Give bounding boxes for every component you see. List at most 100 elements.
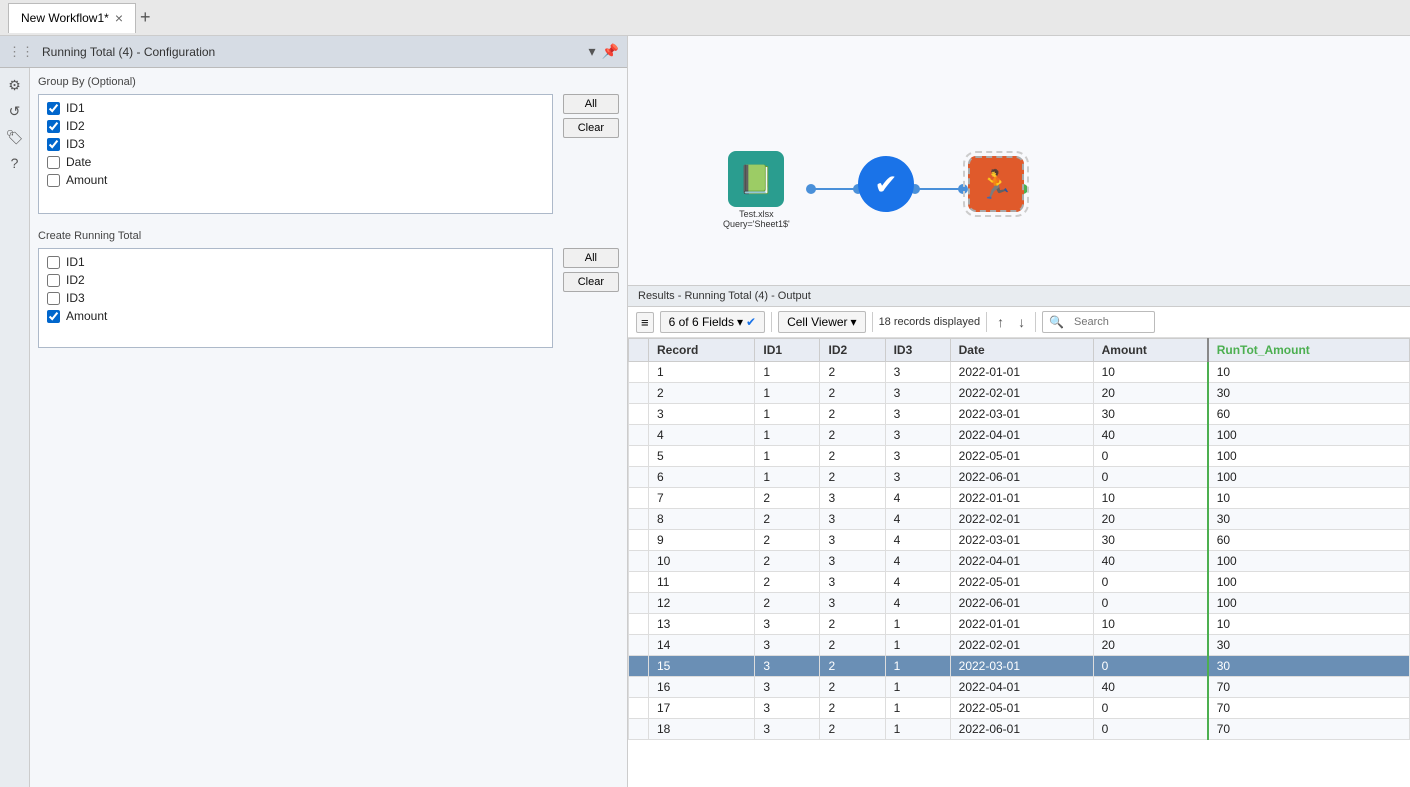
cell-viewer-btn[interactable]: Cell Viewer ▾: [778, 311, 866, 333]
table-cell[interactable]: 3: [885, 425, 950, 446]
table-cell[interactable]: 3: [820, 488, 885, 509]
col-header-id1[interactable]: ID1: [755, 339, 820, 362]
table-cell[interactable]: 2022-01-01: [950, 362, 1093, 383]
table-cell[interactable]: 2: [820, 656, 885, 677]
table-cell[interactable]: 3: [755, 635, 820, 656]
table-cell[interactable]: 100: [1208, 446, 1410, 467]
table-cell[interactable]: 30: [1208, 509, 1410, 530]
table-cell[interactable]: 3: [820, 530, 885, 551]
table-cell[interactable]: 4: [885, 551, 950, 572]
table-row[interactable]: 153212022-03-01030: [629, 656, 1410, 677]
table-cell[interactable]: 2: [755, 551, 820, 572]
create-rt-all-btn[interactable]: All: [563, 248, 619, 268]
tag-icon[interactable]: 🏷: [4, 126, 26, 148]
table-cell[interactable]: 13: [649, 614, 755, 635]
table-row[interactable]: 122342022-06-010100: [629, 593, 1410, 614]
node-output[interactable]: 🏃: [968, 156, 1024, 212]
table-cell[interactable]: 2022-01-01: [950, 614, 1093, 635]
group-by-checkbox[interactable]: [47, 156, 60, 169]
table-cell[interactable]: 2022-06-01: [950, 593, 1093, 614]
table-cell[interactable]: 1: [885, 614, 950, 635]
node-excel[interactable]: 📗 Test.xlsxQuery='Sheet1$': [723, 151, 790, 229]
table-cell[interactable]: 100: [1208, 425, 1410, 446]
table-cell[interactable]: 1: [755, 383, 820, 404]
table-cell[interactable]: 3: [755, 656, 820, 677]
table-cell[interactable]: 2: [649, 383, 755, 404]
table-cell[interactable]: 1: [755, 404, 820, 425]
table-cell[interactable]: 4: [885, 530, 950, 551]
create-rt-clear-btn[interactable]: Clear: [563, 272, 619, 292]
col-header-amount[interactable]: Amount: [1093, 339, 1208, 362]
table-cell[interactable]: 100: [1208, 551, 1410, 572]
table-cell[interactable]: 8: [649, 509, 755, 530]
table-cell[interactable]: 2: [820, 698, 885, 719]
table-cell[interactable]: 5: [649, 446, 755, 467]
group-by-checkbox[interactable]: [47, 174, 60, 187]
table-cell[interactable]: 4: [885, 593, 950, 614]
table-cell[interactable]: 3: [755, 614, 820, 635]
table-cell[interactable]: 3: [820, 509, 885, 530]
group-by-item[interactable]: ID3: [43, 135, 548, 153]
table-cell[interactable]: 4: [885, 509, 950, 530]
col-header-runtot_amount[interactable]: RunTot_Amount: [1208, 339, 1410, 362]
table-cell[interactable]: 2: [755, 530, 820, 551]
table-cell[interactable]: 30: [1093, 404, 1208, 425]
table-cell[interactable]: 2: [820, 425, 885, 446]
refresh-icon[interactable]: ↺: [4, 100, 26, 122]
table-row[interactable]: 51232022-05-010100: [629, 446, 1410, 467]
table-cell[interactable]: 1: [885, 719, 950, 740]
group-by-checkbox[interactable]: [47, 138, 60, 151]
table-cell[interactable]: 17: [649, 698, 755, 719]
group-by-item[interactable]: Date: [43, 153, 548, 171]
table-row[interactable]: 102342022-04-0140100: [629, 551, 1410, 572]
table-cell[interactable]: 2022-05-01: [950, 572, 1093, 593]
table-cell[interactable]: 2022-06-01: [950, 467, 1093, 488]
table-row[interactable]: 92342022-03-013060: [629, 530, 1410, 551]
table-cell[interactable]: 2: [820, 446, 885, 467]
table-cell[interactable]: 0: [1093, 719, 1208, 740]
create-rt-checkbox[interactable]: [47, 310, 60, 323]
table-cell[interactable]: 2022-05-01: [950, 446, 1093, 467]
table-row[interactable]: 163212022-04-014070: [629, 677, 1410, 698]
columns-icon-btn[interactable]: ≡: [636, 312, 654, 333]
table-cell[interactable]: 15: [649, 656, 755, 677]
create-rt-item[interactable]: ID3: [43, 289, 548, 307]
table-cell[interactable]: 4: [649, 425, 755, 446]
col-header-id3[interactable]: ID3: [885, 339, 950, 362]
table-cell[interactable]: 18: [649, 719, 755, 740]
table-cell[interactable]: 14: [649, 635, 755, 656]
table-cell[interactable]: 10: [1093, 362, 1208, 383]
table-cell[interactable]: 0: [1093, 656, 1208, 677]
table-cell[interactable]: 3: [820, 572, 885, 593]
table-row[interactable]: 31232022-03-013060: [629, 404, 1410, 425]
tab-close-btn[interactable]: ×: [115, 10, 123, 26]
table-cell[interactable]: 100: [1208, 572, 1410, 593]
create-rt-item[interactable]: Amount: [43, 307, 548, 325]
table-cell[interactable]: 10: [1208, 488, 1410, 509]
search-input[interactable]: [1068, 314, 1148, 330]
table-cell[interactable]: 10: [1093, 488, 1208, 509]
table-cell[interactable]: 9: [649, 530, 755, 551]
table-cell[interactable]: 2022-02-01: [950, 383, 1093, 404]
table-cell[interactable]: 100: [1208, 593, 1410, 614]
table-row[interactable]: 183212022-06-01070: [629, 719, 1410, 740]
table-cell[interactable]: 20: [1093, 635, 1208, 656]
table-cell[interactable]: 12: [649, 593, 755, 614]
group-by-checkbox[interactable]: [47, 102, 60, 115]
table-cell[interactable]: 1: [755, 446, 820, 467]
table-cell[interactable]: 1: [755, 362, 820, 383]
table-cell[interactable]: 0: [1093, 446, 1208, 467]
table-cell[interactable]: 2022-03-01: [950, 530, 1093, 551]
table-cell[interactable]: 3: [885, 362, 950, 383]
table-cell[interactable]: 10: [1208, 362, 1410, 383]
table-cell[interactable]: 2: [820, 383, 885, 404]
group-by-item[interactable]: ID2: [43, 117, 548, 135]
table-cell[interactable]: 70: [1208, 677, 1410, 698]
table-row[interactable]: 173212022-05-01070: [629, 698, 1410, 719]
table-cell[interactable]: 2022-04-01: [950, 425, 1093, 446]
help-icon[interactable]: ?: [4, 152, 26, 174]
table-cell[interactable]: 2: [820, 467, 885, 488]
create-rt-item[interactable]: ID2: [43, 271, 548, 289]
table-cell[interactable]: 3: [885, 446, 950, 467]
table-cell[interactable]: 20: [1093, 509, 1208, 530]
